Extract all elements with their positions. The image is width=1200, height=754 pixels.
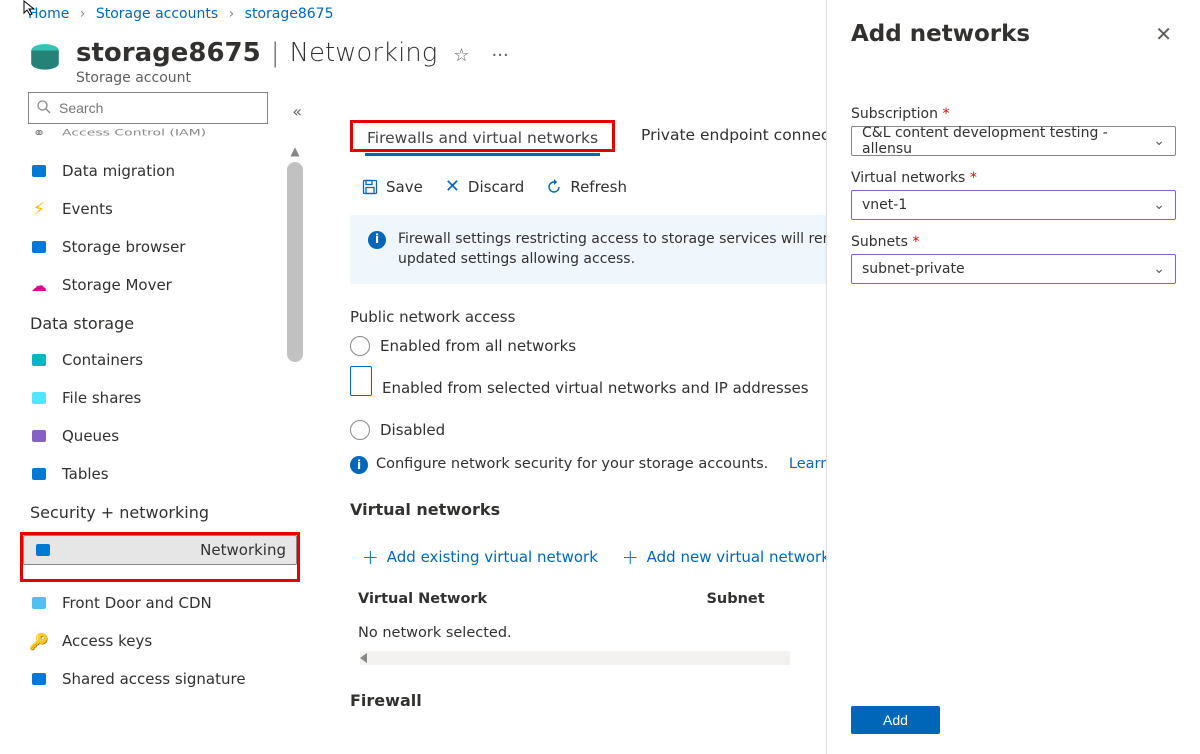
chevron-down-icon: ⌄ [1153, 197, 1165, 213]
plus-icon: + [622, 545, 639, 569]
breadcrumb-resource[interactable]: storage8675 [245, 6, 334, 22]
sidebar-item-storage-mover[interactable]: ☁ Storage Mover [20, 266, 300, 304]
sas-icon [30, 670, 48, 688]
add-existing-vnet-button[interactable]: +Add existing virtual network [362, 545, 598, 569]
info-icon: i [350, 456, 368, 474]
page-title-blade: Networking [290, 38, 438, 68]
sidebar-group: Data storage [20, 304, 300, 341]
data-icon [30, 162, 48, 180]
plus-icon: + [362, 545, 379, 569]
subscription-label: Subscription * [851, 106, 1176, 122]
discard-button[interactable]: ✕ Discard [445, 176, 525, 197]
subnets-label: Subnets * [851, 234, 1176, 250]
sidebar-item-label: Events [62, 200, 113, 218]
add-new-vnet-button[interactable]: +Add new virtual network [622, 545, 830, 569]
refresh-icon [546, 179, 562, 195]
sidebar-item-queues[interactable]: Queues [20, 417, 300, 455]
sidebar-item-data-migration[interactable]: Data migration [20, 152, 300, 190]
sidebar-item-label: Access keys [62, 632, 152, 650]
vnets-select[interactable]: vnet-1 ⌄ [851, 190, 1176, 220]
sidebar-item-label: Containers [62, 351, 143, 369]
sidebar-item-label: Storage Mover [62, 276, 172, 294]
sidebar-search-input[interactable] [28, 92, 268, 124]
breadcrumb-storage-accounts[interactable]: Storage accounts [96, 6, 218, 22]
col-virtual-network: Virtual Network [350, 583, 698, 617]
cursor-icon [22, 0, 38, 16]
resource-type-label: Storage account [76, 70, 515, 86]
close-icon: ✕ [445, 176, 460, 197]
sidebar-item-label: Front Door and CDN [62, 594, 212, 612]
search-icon [36, 99, 52, 115]
fileshares-icon [30, 389, 48, 407]
horizontal-scrollbar[interactable] [360, 651, 790, 665]
sidebar-item-label: Storage browser [62, 238, 185, 256]
close-panel-button[interactable]: ✕ [1151, 18, 1176, 50]
mover-icon: ☁ [30, 276, 48, 294]
sidebar-item-label: Access Control (IAM) [62, 128, 206, 138]
sidebar-item-shared-access-signature[interactable]: Shared access signature [20, 660, 300, 698]
sidebar-item-tables[interactable]: Tables [20, 455, 300, 493]
subscription-select[interactable]: C&L content development testing - allens… [851, 126, 1176, 156]
add-button[interactable]: Add [851, 706, 940, 734]
sidebar-item-label: Data migration [62, 162, 175, 180]
tables-icon [30, 465, 48, 483]
sidebar-item-label: File shares [62, 389, 141, 407]
sidebar-item-label: Shared access signature [62, 670, 246, 688]
sidebar-item-networking[interactable]: Networking [23, 535, 297, 565]
sidebar-item-containers[interactable]: Containers [20, 341, 300, 379]
chevron-down-icon: ⌄ [1153, 261, 1165, 277]
browser-icon [30, 238, 48, 256]
refresh-button[interactable]: Refresh [546, 178, 627, 196]
page-title-resource: storage8675 [76, 38, 261, 68]
cdn-icon [30, 594, 48, 612]
info-icon: i [368, 231, 386, 249]
save-icon [362, 179, 378, 195]
save-button[interactable]: Save [362, 178, 423, 196]
sidebar-item-access-keys[interactable]: 🔑 Access keys [20, 622, 300, 660]
sidebar-item-front-door-and-cdn[interactable]: Front Door and CDN [20, 584, 300, 622]
storage-account-icon [28, 42, 62, 76]
add-networks-panel: Add networks ✕ Subscription * C&L conten… [826, 0, 1200, 754]
favorite-button[interactable]: ☆ [447, 41, 475, 70]
sidebar-nav: ⚭ Access Control (IAM) Data migration ⚡ Even… [20, 124, 300, 698]
lightning-icon: ⚡ [30, 200, 48, 218]
key-icon: 🔑 [30, 632, 48, 650]
people-icon: ⚭ [30, 124, 48, 142]
sidebar-item-label: Queues [62, 427, 119, 445]
queues-icon [30, 427, 48, 445]
sidebar-item-label: Networking [200, 541, 286, 559]
networking-icon [34, 541, 52, 559]
panel-title: Add networks [851, 21, 1030, 47]
sidebar-item-storage-browser[interactable]: Storage browser [20, 228, 300, 266]
chevron-down-icon: ⌄ [1153, 133, 1165, 149]
subnets-select[interactable]: subnet-private ⌄ [851, 254, 1176, 284]
vnets-label: Virtual networks * [851, 170, 1176, 186]
sidebar-item-access-control-iam-[interactable]: ⚭ Access Control (IAM) [20, 124, 300, 152]
sidebar: « ⚭Access Control (IAM)Data migration⚡Ev… [0, 90, 300, 734]
containers-icon [30, 351, 48, 369]
sidebar-item-events[interactable]: ⚡ Events [20, 190, 300, 228]
sidebar-group: Security + networking [20, 493, 300, 530]
tab-firewalls[interactable]: Firewalls and virtual networks [367, 129, 598, 155]
more-menu-button[interactable]: ··· [486, 41, 515, 70]
sidebar-item-file-shares[interactable]: File shares [20, 379, 300, 417]
sidebar-item-label: Tables [62, 465, 109, 483]
